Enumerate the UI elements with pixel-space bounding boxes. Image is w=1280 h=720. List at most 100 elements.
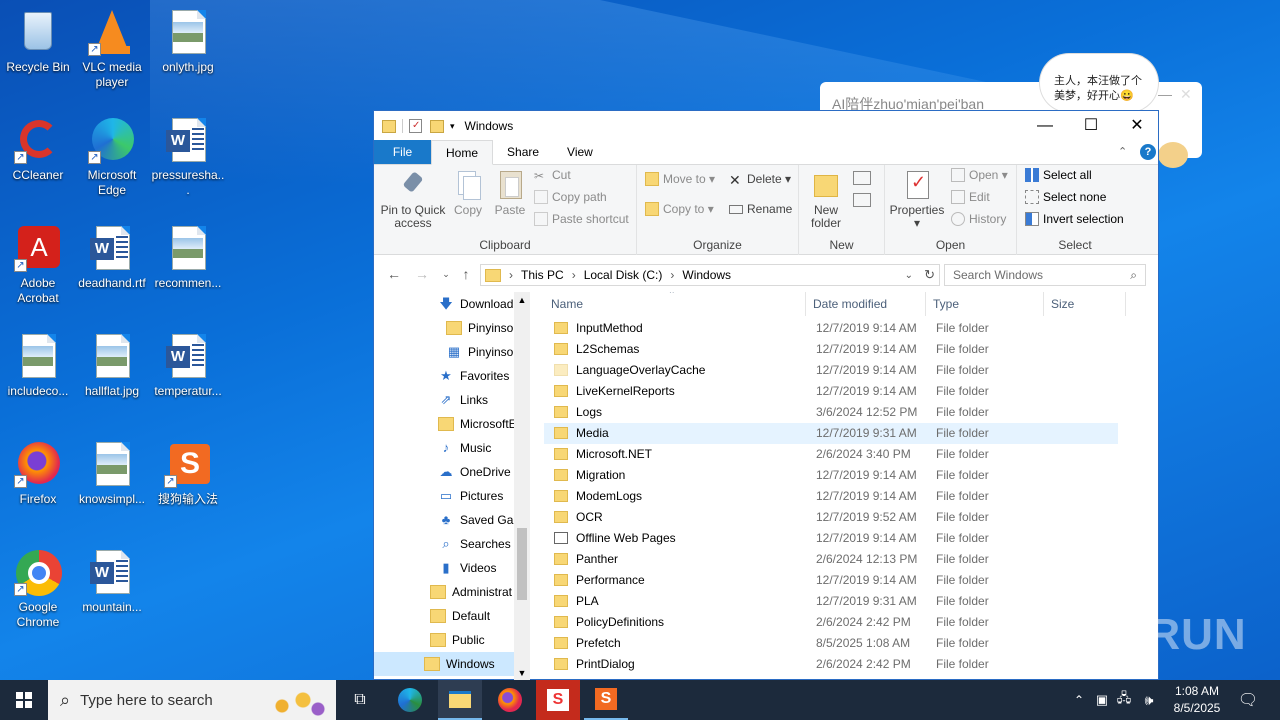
properties-quick-icon[interactable]: ✓ [409, 119, 422, 133]
new-item-icon[interactable] [853, 171, 871, 185]
file-row[interactable]: LanguageOverlayCache 12/7/2019 9:14 AM Fil… [544, 360, 1118, 381]
file-row[interactable]: Performance 12/7/2019 9:14 AM File folder [544, 570, 1118, 591]
nav-item[interactable]: ▭ Pictures [374, 484, 530, 508]
taskbar-file-explorer[interactable] [438, 680, 482, 720]
close-icon[interactable]: ✕ [1180, 86, 1192, 103]
taskbar-sogou[interactable]: S [536, 680, 580, 720]
scroll-thumb[interactable] [517, 528, 527, 600]
forward-button[interactable]: → [412, 265, 432, 283]
desktop-icon[interactable]: S ↗ 搜狗输入法 [150, 440, 226, 507]
breadcrumb-this-pc[interactable]: This PC [521, 268, 564, 282]
desktop-icon[interactable]: Recycle Bin [0, 8, 76, 75]
file-row[interactable]: LiveKernelReports 12/7/2019 9:14 AM File f… [544, 381, 1118, 402]
nav-item[interactable]: 🡇 Download [374, 292, 530, 316]
new-folder-quick-icon[interactable] [430, 119, 444, 133]
nav-item[interactable]: ▮ Videos [374, 556, 530, 580]
select-all-button[interactable]: Select all [1025, 167, 1092, 183]
breadcrumb-windows[interactable]: Windows [682, 268, 731, 282]
open-button[interactable]: Open ▾ [951, 167, 1008, 183]
tab-home[interactable]: Home [431, 140, 494, 165]
desktop-icon[interactable]: recommen... [150, 224, 226, 291]
title-bar[interactable]: ✓ ▾ Windows — ☐ ✕ [374, 111, 1158, 141]
back-button[interactable]: ← [384, 265, 404, 283]
column-header-size[interactable]: Size [1044, 292, 1126, 316]
file-row[interactable]: Prefetch 8/5/2025 1:08 AM File folder [544, 633, 1118, 654]
tab-share[interactable]: Share [493, 140, 553, 164]
clock[interactable]: 1:08 AM 8/5/2025 [1162, 683, 1232, 717]
invert-selection-button[interactable]: Invert selection [1025, 211, 1124, 227]
column-header-date[interactable]: Date modified [806, 292, 926, 316]
desktop-icon[interactable]: hallflat.jpg [74, 332, 150, 399]
tab-view[interactable]: View [553, 140, 607, 164]
desktop-icon[interactable]: ↗ VLC media player [74, 8, 150, 90]
scroll-down-icon[interactable]: ▼ [514, 665, 530, 681]
nav-scrollbar[interactable]: ▲ ▼ [514, 292, 530, 681]
history-button[interactable]: History [951, 211, 1006, 227]
nav-item[interactable]: Administrat [374, 580, 530, 604]
nav-item[interactable]: Pinyinso [374, 316, 530, 340]
minimize-icon[interactable]: — [1158, 86, 1172, 102]
file-row[interactable]: ModemLogs 12/7/2019 9:14 AM File folder [544, 486, 1118, 507]
desktop-icon[interactable]: A ↗ Adobe Acrobat [0, 224, 76, 306]
paste-button[interactable]: Paste [490, 169, 530, 217]
start-button[interactable] [0, 680, 48, 720]
rename-button[interactable]: Rename [729, 201, 792, 217]
minimize-button[interactable]: — [1022, 111, 1068, 141]
address-bar[interactable]: › This PC › Local Disk (C:) › Windows ⌄ … [480, 264, 940, 286]
copy-to-button[interactable]: Copy to ▾ [645, 201, 714, 217]
desktop-icon[interactable]: knowsimpl... [74, 440, 150, 507]
tab-file[interactable]: File [374, 140, 431, 164]
file-row[interactable]: Microsoft.NET 2/6/2024 3:40 PM File folder [544, 444, 1118, 465]
desktop-icon[interactable]: includeco... [0, 332, 76, 399]
desktop-icon[interactable]: ↗ Firefox [0, 440, 76, 507]
taskbar-search[interactable]: ⌕ Type here to search [48, 680, 336, 720]
network-icon[interactable]: 🖧 [1114, 680, 1134, 720]
close-button[interactable]: ✕ [1114, 111, 1160, 141]
nav-item[interactable]: ▦ Pinyinso [374, 340, 530, 364]
file-row[interactable]: Offline Web Pages 12/7/2019 9:14 AM File f… [544, 528, 1118, 549]
nav-item[interactable]: ★ Favorites [374, 364, 530, 388]
refresh-icon[interactable]: ↻ [924, 267, 935, 283]
dog-mascot-icon[interactable] [1158, 142, 1188, 168]
help-icon[interactable]: ? [1140, 144, 1156, 160]
address-dropdown-icon[interactable]: ⌄ [905, 270, 913, 281]
action-center-icon[interactable]: 🗨 [1232, 680, 1264, 720]
nav-item[interactable]: ♪ Music [374, 436, 530, 460]
desktop-icon[interactable]: ↗ Google Chrome [0, 548, 76, 630]
edit-button[interactable]: Edit [951, 189, 990, 205]
file-row[interactable]: PLA 12/7/2019 9:31 AM File folder [544, 591, 1118, 612]
file-row[interactable]: Logs 3/6/2024 12:52 PM File folder [544, 402, 1118, 423]
file-row[interactable]: PolicyDefinitions 2/6/2024 2:42 PM File fo… [544, 612, 1118, 633]
search-input[interactable]: Search Windows ⌕ [944, 264, 1146, 286]
taskbar-firefox[interactable] [488, 680, 532, 720]
taskbar-sogou-settings[interactable]: S [584, 680, 628, 720]
file-row[interactable]: InputMethod 12/7/2019 9:14 AM File folder [544, 318, 1118, 339]
paste-shortcut-button[interactable]: Paste shortcut [534, 211, 629, 227]
scroll-up-icon[interactable]: ▲ [514, 292, 530, 308]
breadcrumb-local-disk[interactable]: Local Disk (C:) [584, 268, 663, 282]
cut-button[interactable]: ✂ Cut [534, 167, 571, 183]
select-none-button[interactable]: Select none [1025, 189, 1106, 205]
nav-item[interactable]: Windows [374, 652, 530, 676]
file-row[interactable]: Panther 2/6/2024 12:13 PM File folder [544, 549, 1118, 570]
easy-access-icon[interactable] [853, 193, 871, 207]
recent-locations-button[interactable]: ⌄ [436, 265, 456, 283]
up-button[interactable]: ↑ [456, 265, 476, 283]
desktop-icon[interactable]: Wdeadhand.rtf [74, 224, 150, 291]
desktop-icon[interactable]: ↗ CCleaner [0, 116, 76, 183]
pin-quick-access-button[interactable]: Pin to Quick access [380, 169, 446, 230]
file-row[interactable]: L2Schemas 12/7/2019 9:14 AM File folder [544, 339, 1118, 360]
copy-button[interactable]: Copy [448, 169, 488, 217]
taskbar-edge[interactable] [388, 680, 432, 720]
show-hidden-icons[interactable]: ⌃ [1068, 680, 1090, 720]
maximize-button[interactable]: ☐ [1068, 111, 1114, 141]
desktop-icon[interactable]: onlyth.jpg [150, 8, 226, 75]
nav-item[interactable]: ☁ OneDrive [374, 460, 530, 484]
desktop-icon[interactable]: Wpressuresha... [150, 116, 226, 198]
properties-button[interactable]: ✓ Properties ▾ [887, 169, 947, 230]
desktop-icon[interactable]: ↗ Microsoft Edge [74, 116, 150, 198]
file-row[interactable]: OCR 12/7/2019 9:52 AM File folder [544, 507, 1118, 528]
copy-path-button[interactable]: Copy path [534, 189, 607, 205]
task-view-button[interactable]: ⧉ [340, 680, 380, 720]
desktop-icon[interactable]: Wmountain... [74, 548, 150, 615]
